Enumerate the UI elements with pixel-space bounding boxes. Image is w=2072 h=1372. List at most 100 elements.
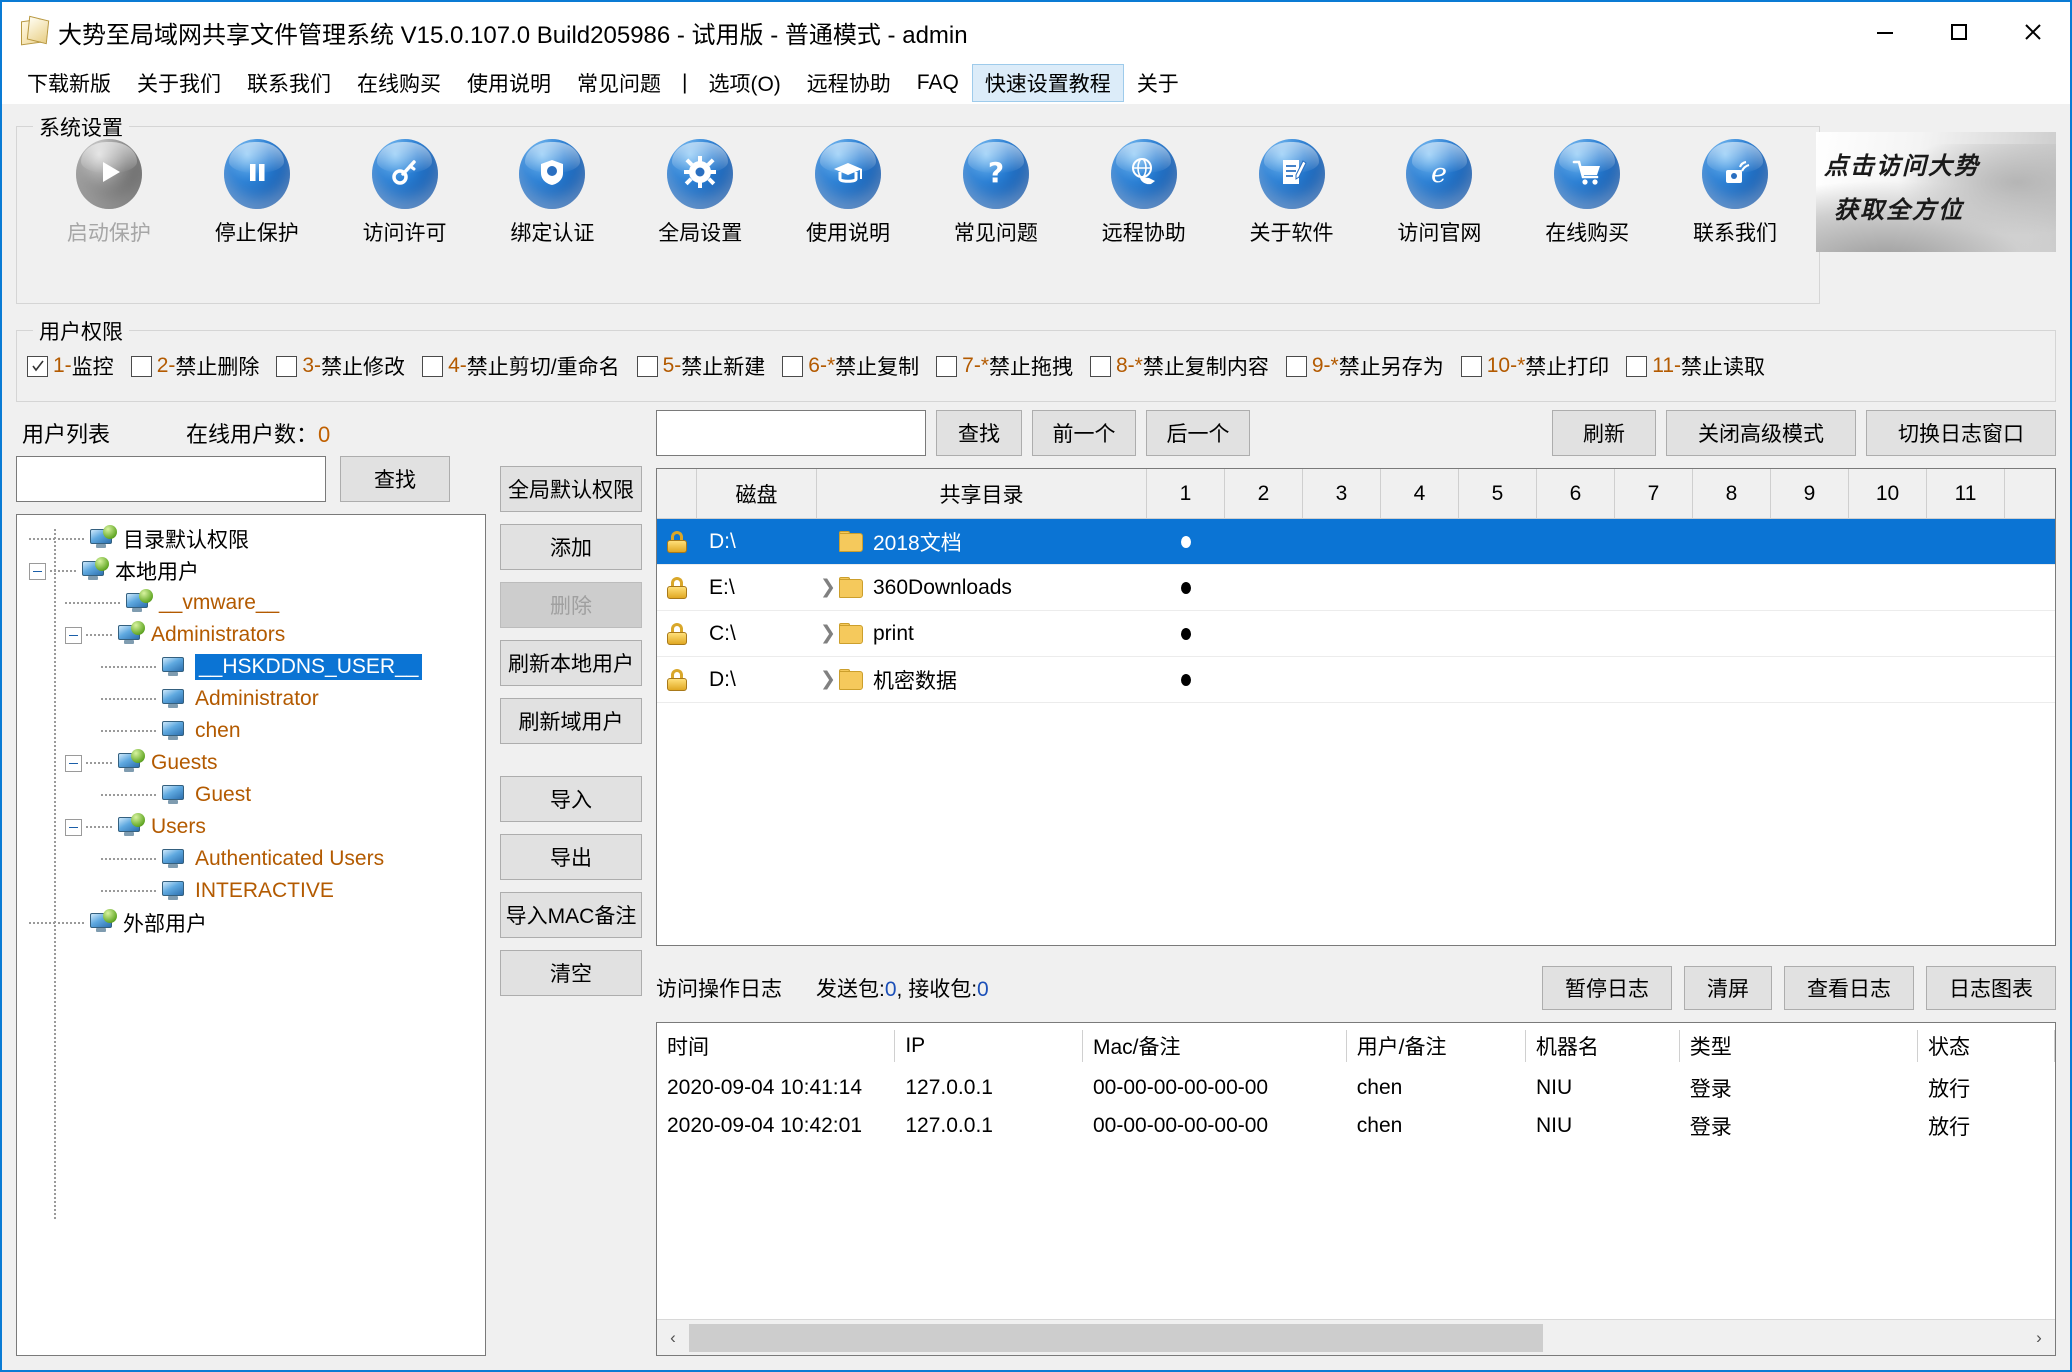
column-header-disk[interactable]: 磁盘 bbox=[697, 469, 817, 518]
share-grid[interactable]: 磁盘 共享目录 1 2 3 4 5 6 7 8 9 10 11 D:\ 2018文档 E:\ ❯ 360Down… bbox=[656, 468, 2056, 946]
scroll-track[interactable] bbox=[689, 1320, 2023, 1355]
share-row-perm-1[interactable] bbox=[1147, 657, 1225, 702]
share-row-perm-2[interactable] bbox=[1225, 519, 1303, 564]
column-header-perm-1[interactable]: 1 bbox=[1147, 469, 1225, 518]
share-row-perm-3[interactable] bbox=[1303, 519, 1381, 564]
permission-item-4[interactable]: 4- 禁止剪切/重命名 bbox=[422, 351, 620, 381]
tree-node-AuthenticatedUsers[interactable]: Authenticated Users bbox=[17, 843, 485, 875]
permission-checkbox-7[interactable] bbox=[936, 355, 958, 377]
log-horizontal-scrollbar[interactable]: ‹ › bbox=[657, 1319, 2055, 1355]
user-tree[interactable]: 目录默认权限 本地用户 __vmware__ Administrators __HSKD… bbox=[16, 514, 486, 1356]
share-row-perm-4[interactable] bbox=[1381, 657, 1459, 702]
column-header-perm-11[interactable]: 11 bbox=[1927, 469, 2005, 518]
share-row-perm-8[interactable] bbox=[1693, 519, 1771, 564]
share-row-perm-3[interactable] bbox=[1303, 611, 1381, 656]
toolbar-button-远程协助[interactable]: 远程协助 bbox=[1070, 139, 1218, 247]
share-row-perm-10[interactable] bbox=[1849, 519, 1927, 564]
tree-node-Administrator[interactable]: Administrator bbox=[17, 683, 485, 715]
permission-item-10[interactable]: 10-* 禁止打印 bbox=[1460, 351, 1609, 381]
permission-item-6[interactable]: 6-* 禁止复制 bbox=[782, 351, 919, 381]
toolbar-button-访问官网[interactable]: e 访问官网 bbox=[1365, 139, 1513, 247]
mid-button-导入[interactable]: 导入 bbox=[500, 776, 642, 822]
menu-item-0[interactable]: 下载新版 bbox=[14, 64, 124, 102]
permission-checkbox-3[interactable] bbox=[276, 355, 298, 377]
tree-node-Users[interactable]: Users bbox=[17, 811, 485, 843]
column-header-perm-3[interactable]: 3 bbox=[1303, 469, 1381, 518]
permission-item-8[interactable]: 8-* 禁止复制内容 bbox=[1090, 351, 1269, 381]
tree-node-[interactable]: 外部用户 bbox=[17, 907, 485, 939]
share-row-perm-3[interactable] bbox=[1303, 657, 1381, 702]
permission-item-5[interactable]: 5- 禁止新建 bbox=[636, 351, 765, 381]
toolbar-button-常见问题[interactable]: ? 常见问题 bbox=[922, 139, 1070, 247]
share-row-perm-9[interactable] bbox=[1771, 657, 1849, 702]
column-header-perm-9[interactable]: 9 bbox=[1771, 469, 1849, 518]
mid-button-清空[interactable]: 清空 bbox=[500, 950, 642, 996]
permission-item-1[interactable]: 1- 监控 bbox=[27, 351, 114, 381]
permission-checkbox-4[interactable] bbox=[422, 355, 444, 377]
log-column-header-4[interactable]: 机器名 bbox=[1526, 1030, 1680, 1062]
menu-item-11[interactable]: 关于 bbox=[1124, 64, 1192, 102]
share-row-perm-7[interactable] bbox=[1615, 611, 1693, 656]
share-grid-row[interactable]: E:\ ❯ 360Downloads bbox=[657, 565, 2055, 611]
share-row-perm-1[interactable] bbox=[1147, 519, 1225, 564]
share-row-perm-4[interactable] bbox=[1381, 565, 1459, 610]
permission-checkbox-9[interactable] bbox=[1285, 355, 1307, 377]
mid-button-刷新本地用户[interactable]: 刷新本地用户 bbox=[500, 640, 642, 686]
share-row-perm-7[interactable] bbox=[1615, 519, 1693, 564]
menu-item-5[interactable]: 常见问题 bbox=[564, 64, 674, 102]
column-header-directory[interactable]: 共享目录 bbox=[817, 469, 1147, 518]
log-table-row[interactable]: 2020-09-04 10:41:14 127.0.0.1 00-00-00-00-… bbox=[657, 1069, 2055, 1107]
share-row-perm-9[interactable] bbox=[1771, 611, 1849, 656]
share-row-perm-6[interactable] bbox=[1537, 519, 1615, 564]
menu-item-3[interactable]: 在线购买 bbox=[344, 64, 454, 102]
menu-item-4[interactable]: 使用说明 bbox=[454, 64, 564, 102]
permission-checkbox-10[interactable] bbox=[1460, 355, 1482, 377]
scroll-left-icon[interactable]: ‹ bbox=[657, 1321, 689, 1355]
share-row-perm-8[interactable] bbox=[1693, 657, 1771, 702]
share-row-perm-5[interactable] bbox=[1459, 519, 1537, 564]
log-column-header-6[interactable]: 状态 bbox=[1918, 1030, 2055, 1062]
scroll-right-icon[interactable]: › bbox=[2023, 1321, 2055, 1355]
share-next-button[interactable]: 后一个 bbox=[1146, 410, 1250, 456]
menu-item-7[interactable]: 选项(O) bbox=[695, 64, 793, 102]
permission-checkbox-2[interactable] bbox=[130, 355, 152, 377]
tree-collapse-icon[interactable] bbox=[29, 562, 46, 580]
mid-button-导出[interactable]: 导出 bbox=[500, 834, 642, 880]
tree-node-Guest[interactable]: Guest bbox=[17, 779, 485, 811]
column-header-perm-6[interactable]: 6 bbox=[1537, 469, 1615, 518]
close-icon[interactable] bbox=[1996, 2, 2070, 62]
tree-node-Guests[interactable]: Guests bbox=[17, 747, 485, 779]
permission-checkbox-6[interactable] bbox=[782, 355, 804, 377]
share-row-perm-4[interactable] bbox=[1381, 519, 1459, 564]
share-row-perm-4[interactable] bbox=[1381, 611, 1459, 656]
mid-button-添加[interactable]: 添加 bbox=[500, 524, 642, 570]
maximize-icon[interactable] bbox=[1922, 2, 1996, 62]
chevron-right-icon[interactable]: ❯ bbox=[817, 576, 839, 599]
share-row-perm-1[interactable] bbox=[1147, 611, 1225, 656]
tree-node-[interactable]: 本地用户 bbox=[17, 555, 485, 587]
share-row-perm-10[interactable] bbox=[1849, 657, 1927, 702]
tree-node-chen[interactable]: chen bbox=[17, 715, 485, 747]
share-row-perm-10[interactable] bbox=[1849, 565, 1927, 610]
toolbar-button-绑定认证[interactable]: 绑定认证 bbox=[478, 139, 626, 247]
share-row-perm-8[interactable] bbox=[1693, 611, 1771, 656]
share-row-perm-2[interactable] bbox=[1225, 657, 1303, 702]
mid-button-导入MAC备注[interactable]: 导入MAC备注 bbox=[500, 892, 642, 938]
switch-log-window-button[interactable]: 切换日志窗口 bbox=[1866, 410, 2056, 456]
toolbar-button-停止保护[interactable]: 停止保护 bbox=[183, 139, 331, 247]
menu-item-9[interactable]: FAQ bbox=[904, 67, 972, 99]
column-header-perm-2[interactable]: 2 bbox=[1225, 469, 1303, 518]
permission-item-2[interactable]: 2- 禁止删除 bbox=[130, 351, 259, 381]
tree-node-Administrators[interactable]: Administrators bbox=[17, 619, 485, 651]
share-row-perm-11[interactable] bbox=[1927, 565, 2005, 610]
tree-node-__HSKDDNS_USER__[interactable]: __HSKDDNS_USER__ bbox=[17, 651, 485, 683]
log-table-row[interactable]: 2020-09-04 10:42:01 127.0.0.1 00-00-00-00-… bbox=[657, 1107, 2055, 1145]
toolbar-button-全局设置[interactable]: 全局设置 bbox=[626, 139, 774, 247]
share-row-perm-6[interactable] bbox=[1537, 565, 1615, 610]
share-row-perm-11[interactable] bbox=[1927, 519, 2005, 564]
share-row-perm-10[interactable] bbox=[1849, 611, 1927, 656]
tree-node-INTERACTIVE[interactable]: INTERACTIVE bbox=[17, 875, 485, 907]
promo-banner[interactable]: 点击访问大势 获取全方位 bbox=[1816, 132, 2056, 252]
pause-log-button[interactable]: 暂停日志 bbox=[1542, 966, 1672, 1010]
permission-checkbox-1[interactable] bbox=[27, 355, 48, 377]
